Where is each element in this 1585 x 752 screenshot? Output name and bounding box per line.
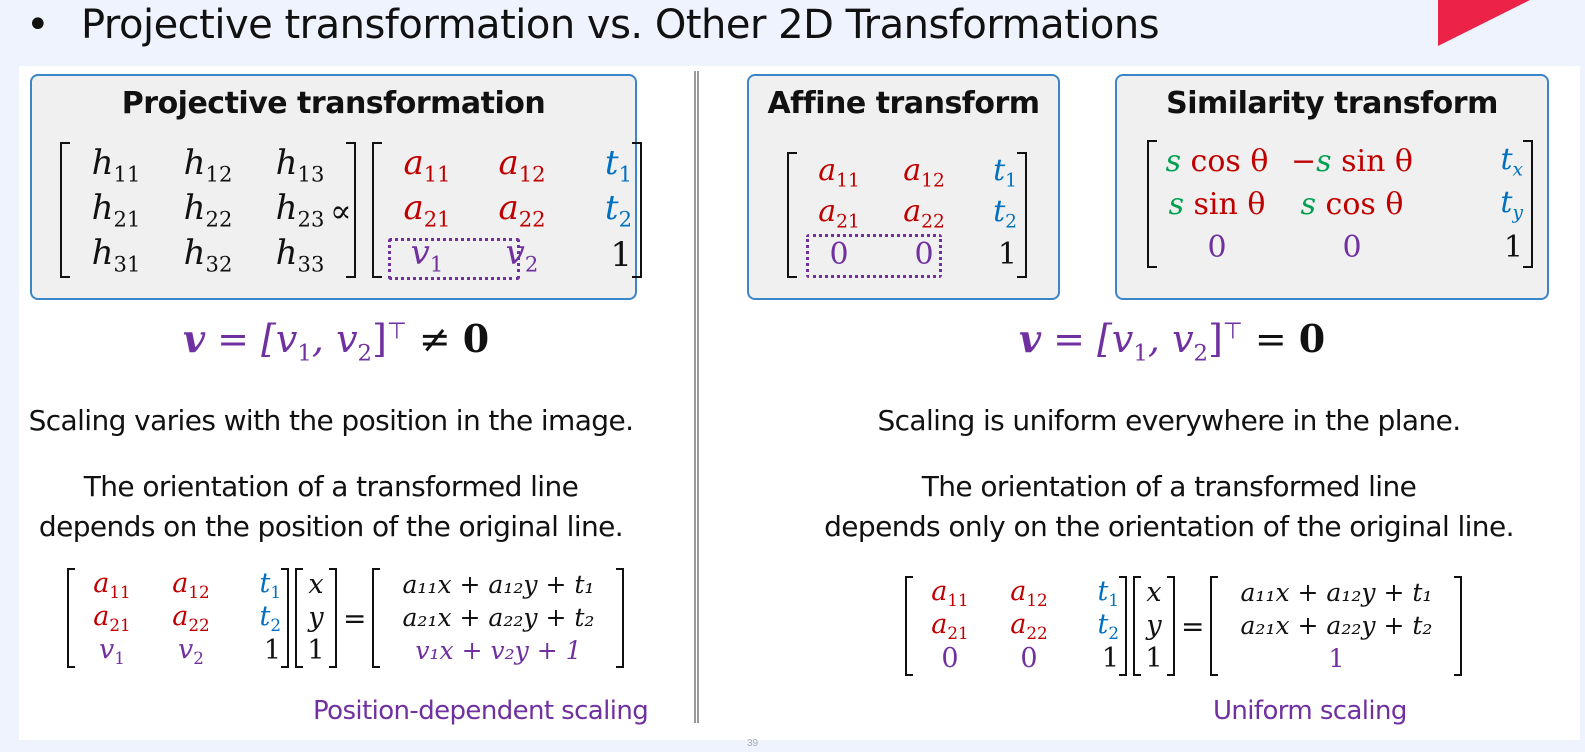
point-vector: xy1 <box>295 568 337 668</box>
sim-cell-33: 1 <box>1503 230 1523 265</box>
h-cell-32: h32 <box>183 232 233 277</box>
affine-cell-21: a21 <box>818 194 860 233</box>
similarity-matrix: s cos θ −s sin θ tx s sin θ s cos θ ty 0… <box>1147 140 1533 268</box>
vector-entry: y <box>308 602 324 633</box>
similarity-box: Similarity transform s cos θ −s sin θ tx… <box>1115 74 1549 300</box>
h-cell-22: h22 <box>183 187 233 232</box>
equals-sign: = <box>1181 609 1205 643</box>
pa-cell-12: a12 <box>498 142 546 187</box>
eq-matrix-cell: v1 <box>99 633 125 668</box>
slide-content: Projective transformation h11 h12 h13 h21 h2… <box>19 66 1580 740</box>
result-entry: v₁x + v₂y + 1 <box>415 636 582 665</box>
h-cell-21: h21 <box>91 187 141 232</box>
projective-vector-condition: v = [v1, v2]⊤ ≠ 0 <box>183 316 490 367</box>
eq-matrix-cell: a22 <box>1010 608 1048 643</box>
eq-matrix-cell: 0 <box>941 643 959 674</box>
projective-statement-2-line1: The orientation of a transformed line <box>83 470 579 503</box>
eq-matrix-cell: a21 <box>931 608 969 643</box>
h-cell-13: h13 <box>275 142 325 187</box>
eq-matrix-cell: a12 <box>1010 575 1048 610</box>
h-cell-31: h31 <box>91 232 141 277</box>
vector-entry: y <box>1146 610 1162 641</box>
projective-box-title: Projective transformation <box>121 86 546 121</box>
result-vector: a₁₁x + a₁₂y + t₁ a₂₁x + a₂₂y + t₂ v₁x + v₂… <box>372 568 625 668</box>
sim-cell-22: s cos θ <box>1300 187 1404 222</box>
affine-cell-12: a12 <box>903 153 945 192</box>
vector-entry: x <box>1146 577 1162 608</box>
affine-cell-22: a22 <box>903 194 945 233</box>
slide-title-text: Projective transformation vs. Other 2D T… <box>81 2 1160 48</box>
affine-equation: a11 a12 t1 a21 a22 t2 0 0 1 x y 1 = a₁₁x + a₁₂y + t₁ a… <box>905 576 1463 676</box>
eq-matrix-cell: t2 <box>1097 608 1119 643</box>
right-statement-2-line1: The orientation of a transformed line <box>921 470 1417 503</box>
eq-matrix-cell: a21 <box>93 600 131 635</box>
pa-cell-11: a11 <box>403 142 451 187</box>
page-number: 39 <box>747 738 759 749</box>
projective-equation: a11 a12 t1 a21 a22 t2 v1 v2 1 x y 1 = a₁₁x + a₁₂y + t… <box>67 568 625 668</box>
result-entry: a₁₁x + a₁₂y + t₁ <box>1240 578 1433 607</box>
eq-matrix-cell: a11 <box>93 567 131 602</box>
pa-cell-23: t2 <box>604 187 632 232</box>
vector-entry: 1 <box>1145 643 1163 674</box>
sim-cell-11: s cos θ <box>1165 144 1269 179</box>
zero-terms-highlight <box>806 234 942 278</box>
sim-cell-13: tx <box>1500 142 1523 181</box>
proportional-symbol: ∝ <box>330 192 352 230</box>
result-entry: a₂₁x + a₂₂y + t₂ <box>1240 611 1433 640</box>
affine-cell-11: a11 <box>818 153 860 192</box>
result-entry: 1 <box>1328 644 1345 673</box>
affine-cell-23: t2 <box>993 194 1017 233</box>
eq-matrix-cell: 1 <box>263 635 281 666</box>
projective-statement-1: Scaling varies with the position in the … <box>28 404 634 437</box>
transform-matrix: a11 a12 t1 a21 a22 t2 v1 v2 1 <box>67 568 289 668</box>
result-entry: a₁₁x + a₁₂y + t₁ <box>402 570 595 599</box>
sim-cell-12: −s sin θ <box>1291 144 1413 179</box>
transform-matrix: a11 a12 t1 a21 a22 t2 0 0 1 <box>905 576 1127 676</box>
sim-cell-32: 0 <box>1342 230 1362 265</box>
equals-sign: = <box>343 601 367 635</box>
affine-cell-33: 1 <box>997 237 1017 272</box>
eq-matrix-cell: t1 <box>1097 575 1119 610</box>
result-vector: a₁₁x + a₁₂y + t₁ a₂₁x + a₂₂y + t₂ 1 <box>1210 576 1463 676</box>
affine-vector-condition: v = [v1, v2]⊤ = 0 <box>1019 316 1326 367</box>
eq-matrix-cell: 0 <box>1020 643 1038 674</box>
result-entry: a₂₁x + a₂₂y + t₂ <box>402 603 595 632</box>
bullet: • <box>26 2 50 48</box>
sim-cell-23: ty <box>1500 185 1523 224</box>
vector-entry: x <box>308 569 324 600</box>
eq-matrix-cell: a12 <box>172 567 210 602</box>
perspective-terms-highlight <box>388 238 520 280</box>
eq-matrix-cell: v2 <box>178 633 204 668</box>
projective-statement-2-line2: depends on the position of the original … <box>38 510 624 543</box>
h-matrix: h11 h12 h13 h21 h22 h23 h31 h32 h33 <box>60 142 356 278</box>
projective-box: Projective transformation h11 h12 h13 h21 h2… <box>30 74 642 300</box>
affine-box: Affine transform a11 a12 t1 a21 a22 t2 0 0 1 <box>747 74 1060 300</box>
affine-cell-13: t1 <box>993 153 1017 192</box>
pa-cell-13: t1 <box>604 142 632 187</box>
right-statement-1: Scaling is uniform everywhere in the pla… <box>877 404 1461 437</box>
affine-caption: Uniform scaling <box>1213 696 1407 726</box>
projective-caption: Position-dependent scaling <box>313 696 649 726</box>
sim-cell-31: 0 <box>1207 230 1227 265</box>
column-divider <box>694 71 699 723</box>
eq-matrix-cell: a22 <box>172 600 210 635</box>
eq-matrix-cell: a11 <box>931 575 969 610</box>
right-statement-2-line2: depends only on the orientation of the o… <box>824 510 1514 543</box>
h-cell-12: h12 <box>183 142 233 187</box>
pa-cell-21: a21 <box>403 187 451 232</box>
pa-cell-22: a22 <box>498 187 546 232</box>
vector-entry: 1 <box>307 635 325 666</box>
slide-title: • Projective transformation vs. Other 2D … <box>26 2 1160 48</box>
h-cell-11: h11 <box>91 142 141 187</box>
similarity-box-title: Similarity transform <box>1166 86 1498 121</box>
eq-matrix-cell: t2 <box>259 600 281 635</box>
point-vector: xy1 <box>1133 576 1175 676</box>
eq-matrix-cell: 1 <box>1101 643 1119 674</box>
sim-cell-21: s sin θ <box>1168 187 1266 222</box>
eq-matrix-cell: t1 <box>259 567 281 602</box>
pa-cell-33: 1 <box>610 234 632 275</box>
corner-accent-triangle <box>1438 0 1530 46</box>
h-cell-33: h33 <box>275 232 325 277</box>
affine-box-title: Affine transform <box>767 86 1040 121</box>
